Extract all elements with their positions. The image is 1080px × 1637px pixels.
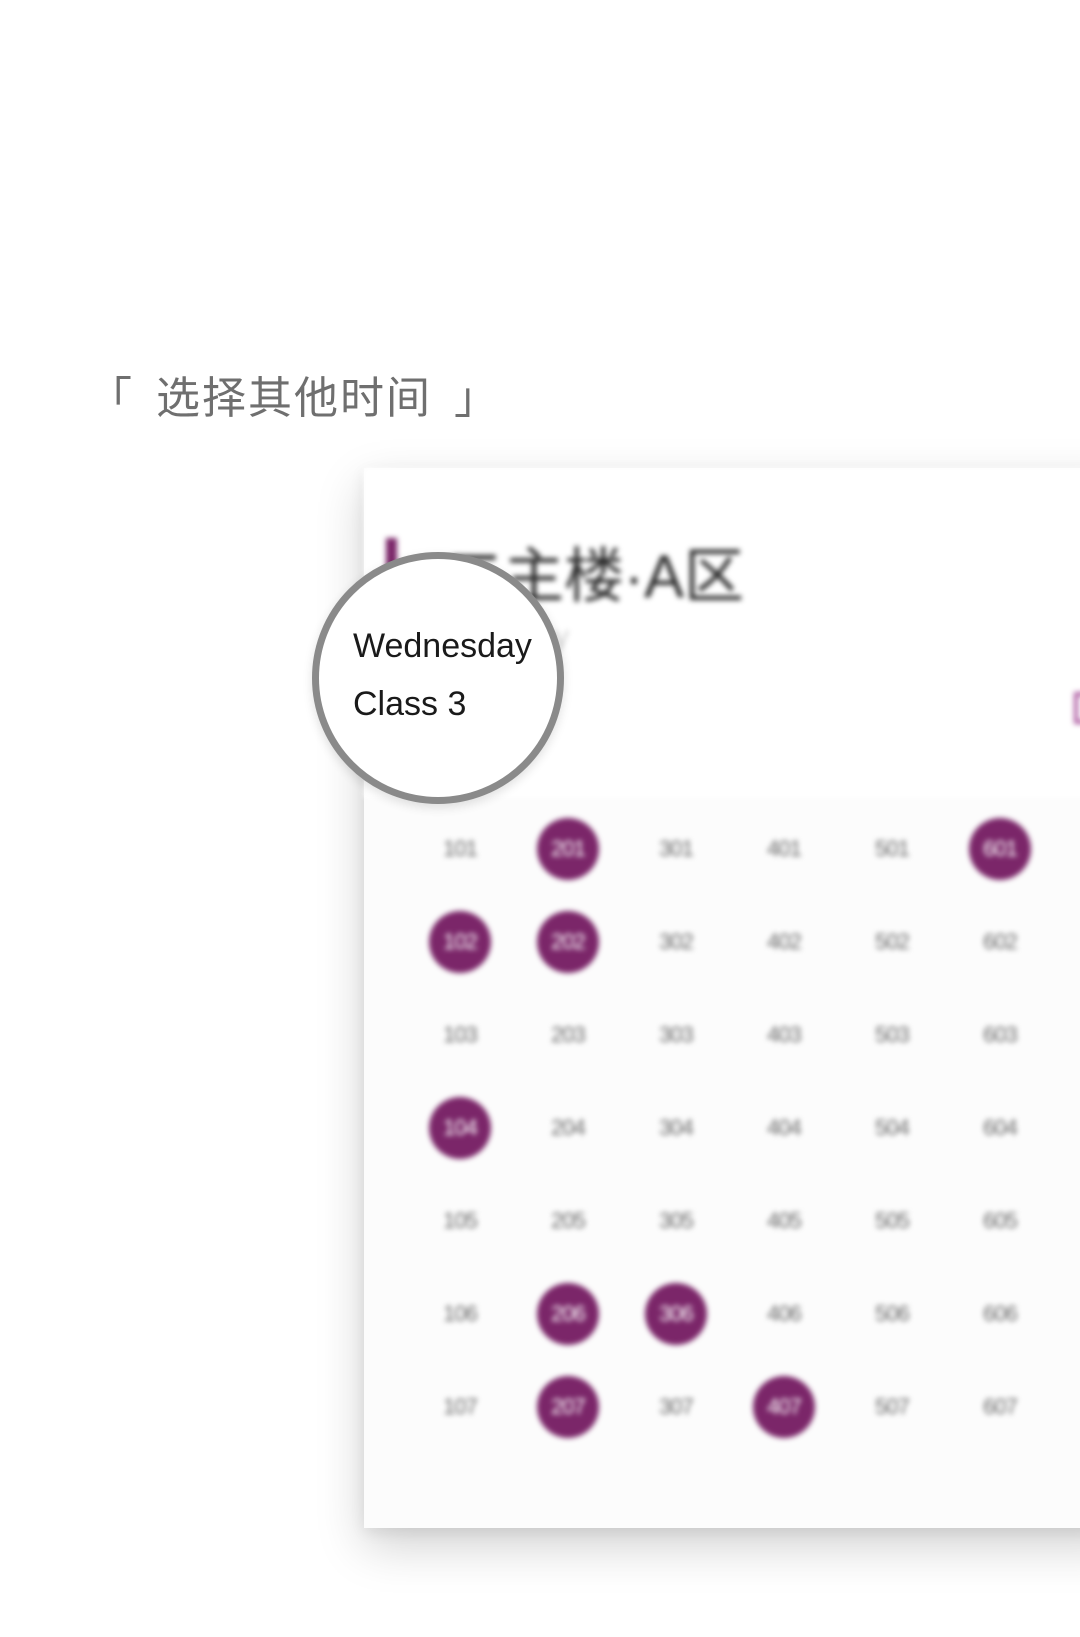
room-607[interactable]: 607 — [969, 1376, 1031, 1438]
room-302[interactable]: 302 — [645, 911, 707, 973]
room-106[interactable]: 106 — [429, 1283, 491, 1345]
caption-open-bracket: 「 — [88, 374, 134, 423]
room-604[interactable]: 604 — [969, 1097, 1031, 1159]
room-303[interactable]: 303 — [645, 1004, 707, 1066]
room-304[interactable]: 304 — [645, 1097, 707, 1159]
room-101[interactable]: 101 — [429, 818, 491, 880]
room-501[interactable]: 501 — [861, 818, 923, 880]
room-307[interactable]: 307 — [645, 1376, 707, 1438]
room-605[interactable]: 605 — [969, 1190, 1031, 1252]
room-404[interactable]: 404 — [753, 1097, 815, 1159]
room-104[interactable]: 104 — [429, 1097, 491, 1159]
room-507[interactable]: 507 — [861, 1376, 923, 1438]
caption-text: 选择其他时间 — [156, 374, 432, 423]
room-401[interactable]: 401 — [753, 818, 815, 880]
page: 「选择其他时间」 二主楼·A区 y 101 201 301 401 501 601 102 2… — [0, 0, 1080, 1637]
room-403[interactable]: 403 — [753, 1004, 815, 1066]
magnifier-lens: Wednesday Class 3 — [312, 552, 564, 804]
room-207[interactable]: 207 — [537, 1376, 599, 1438]
room-202[interactable]: 202 — [537, 911, 599, 973]
room-201[interactable]: 201 — [537, 818, 599, 880]
caption-close-bracket: 」 — [454, 374, 500, 423]
room-107[interactable]: 107 — [429, 1376, 491, 1438]
room-301[interactable]: 301 — [645, 818, 707, 880]
room-603[interactable]: 603 — [969, 1004, 1031, 1066]
room-206[interactable]: 206 — [537, 1283, 599, 1345]
room-306[interactable]: 306 — [645, 1283, 707, 1345]
room-407[interactable]: 407 — [753, 1376, 815, 1438]
room-405[interactable]: 405 — [753, 1190, 815, 1252]
room-504[interactable]: 504 — [861, 1097, 923, 1159]
room-402[interactable]: 402 — [753, 911, 815, 973]
layout-toggle-icon[interactable] — [1074, 692, 1080, 724]
selected-day: Wednesday — [353, 627, 532, 665]
room-103[interactable]: 103 — [429, 1004, 491, 1066]
room-305[interactable]: 305 — [645, 1190, 707, 1252]
room-506[interactable]: 506 — [861, 1283, 923, 1345]
section-caption: 「选择其他时间」 — [88, 362, 500, 426]
room-606[interactable]: 606 — [969, 1283, 1031, 1345]
room-505[interactable]: 505 — [861, 1190, 923, 1252]
room-406[interactable]: 406 — [753, 1283, 815, 1345]
room-503[interactable]: 503 — [861, 1004, 923, 1066]
room-203[interactable]: 203 — [537, 1004, 599, 1066]
selected-class: Class 3 — [353, 685, 467, 723]
room-601[interactable]: 601 — [969, 818, 1031, 880]
room-602[interactable]: 602 — [969, 911, 1031, 973]
room-502[interactable]: 502 — [861, 911, 923, 973]
room-204[interactable]: 204 — [537, 1097, 599, 1159]
room-205[interactable]: 205 — [537, 1190, 599, 1252]
room-105[interactable]: 105 — [429, 1190, 491, 1252]
room-102[interactable]: 102 — [429, 911, 491, 973]
